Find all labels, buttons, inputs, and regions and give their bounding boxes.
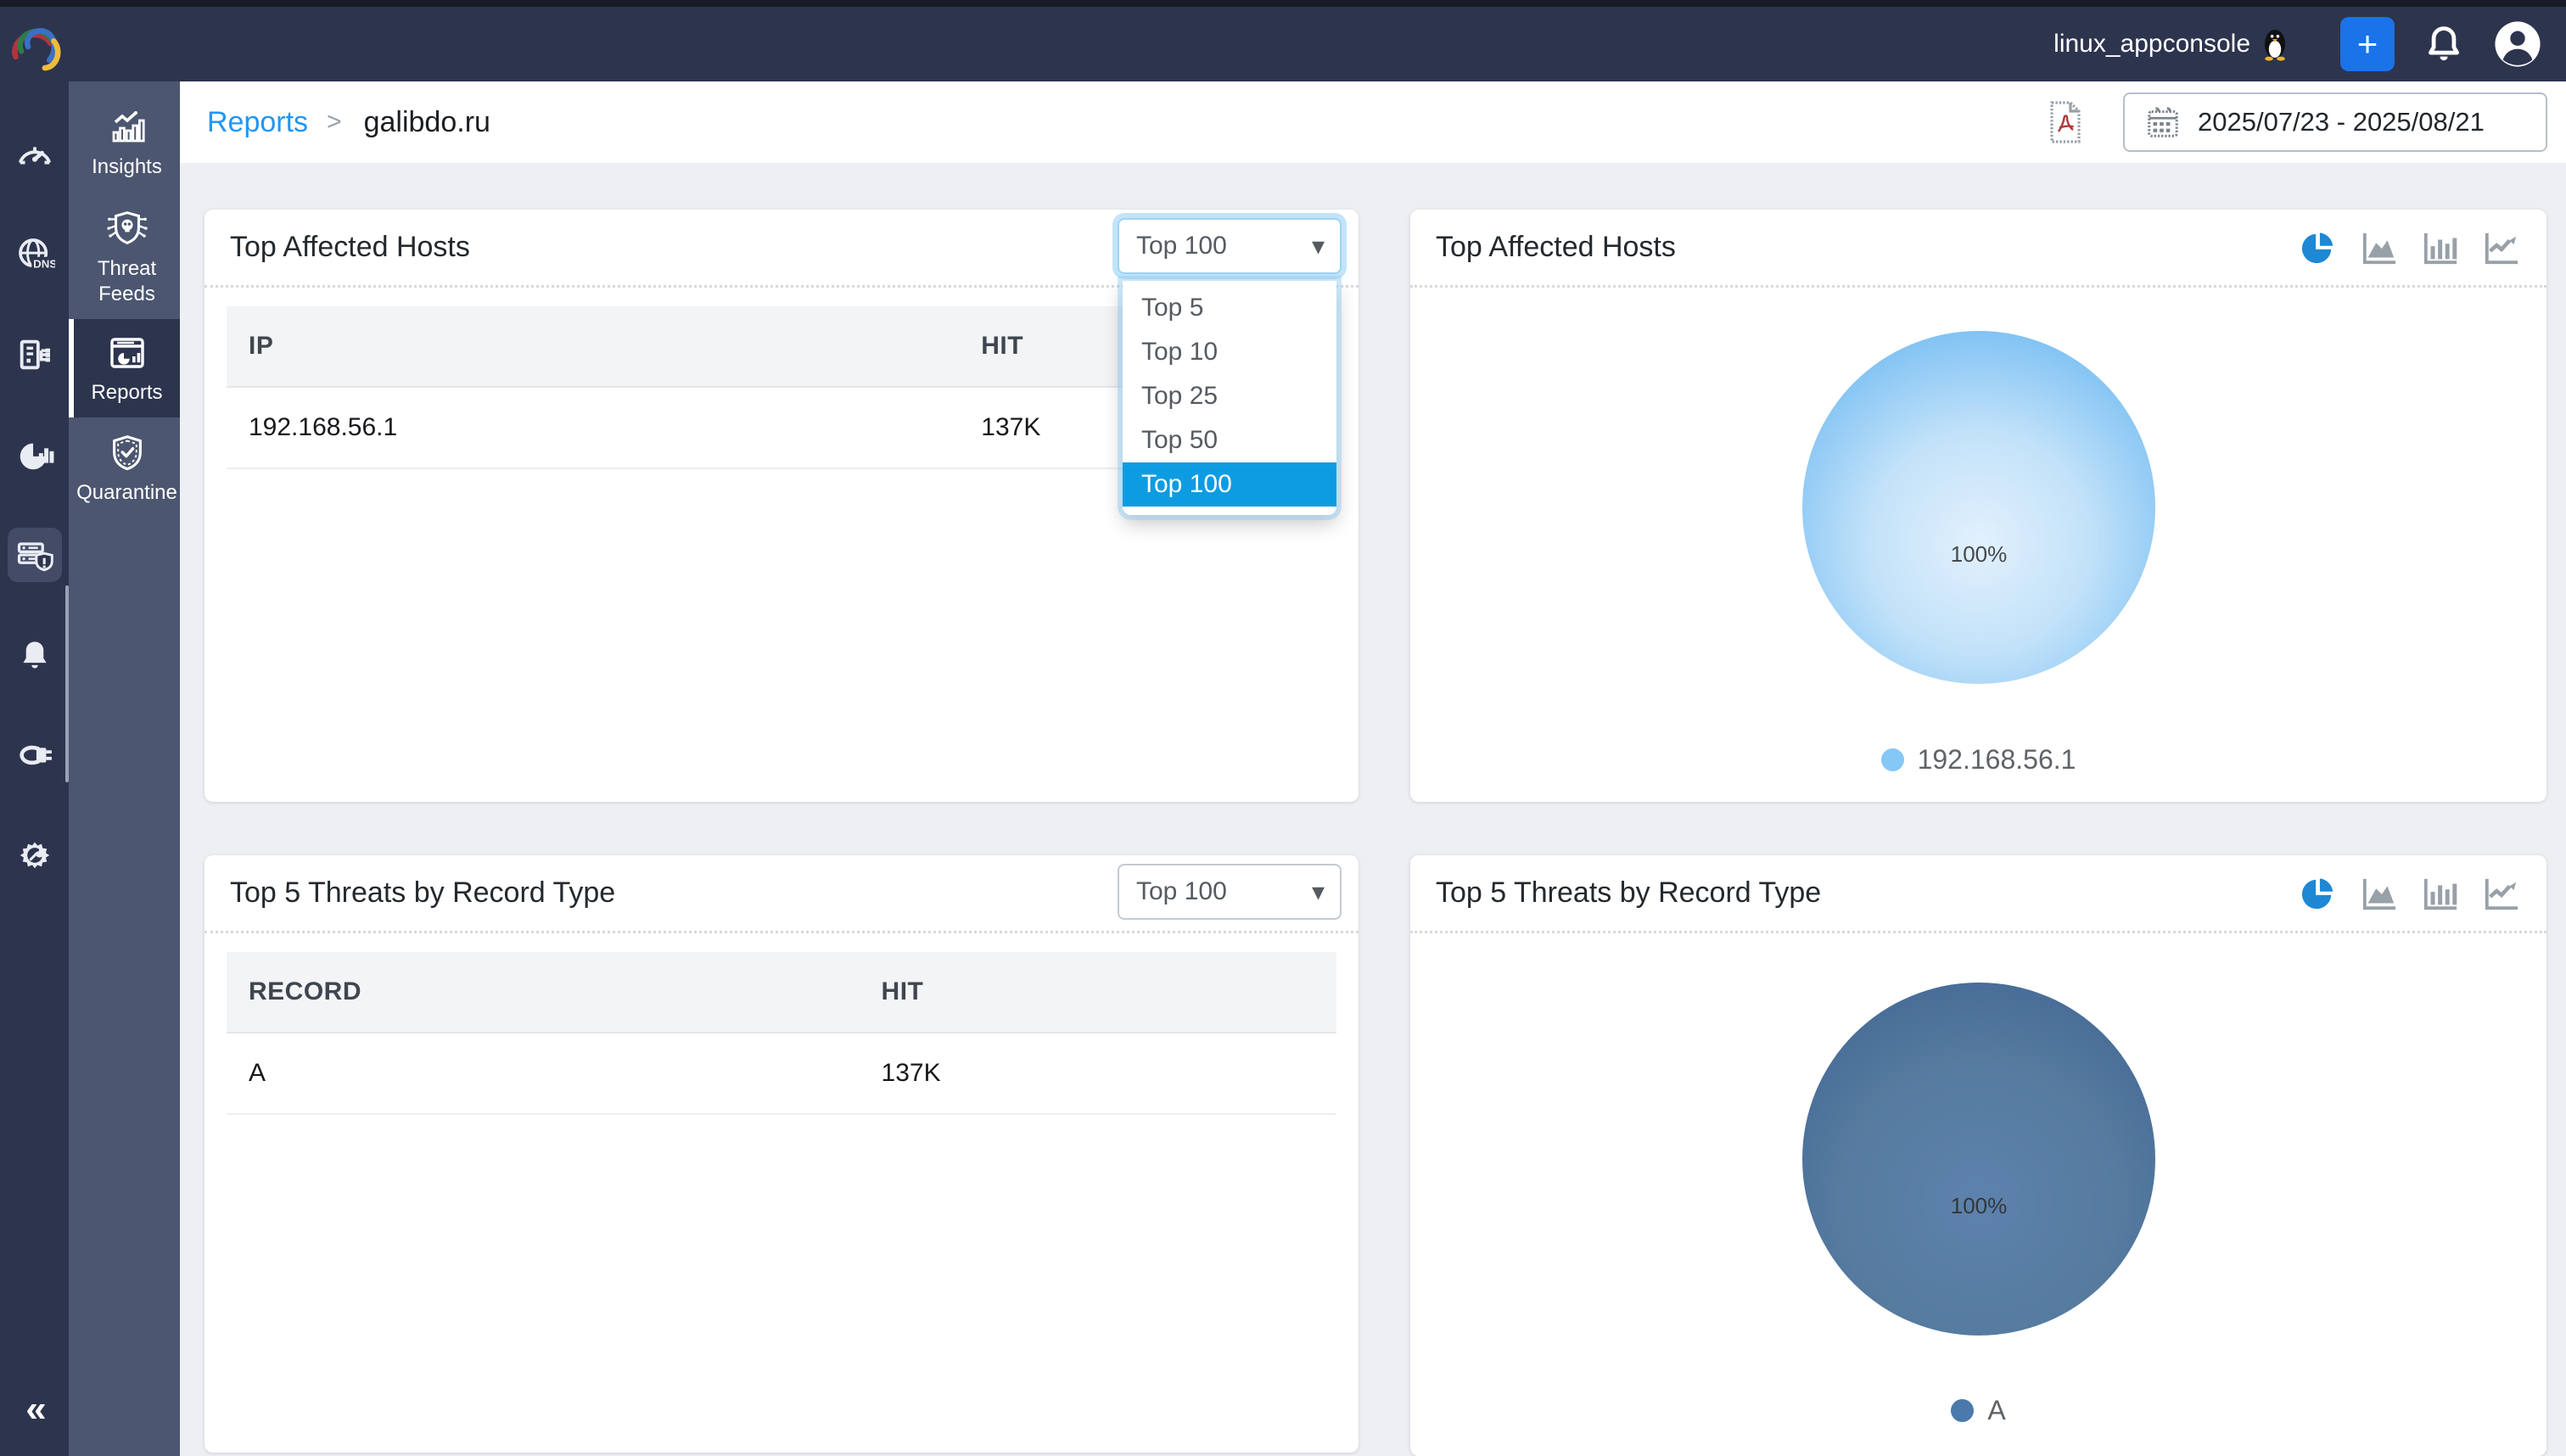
topbar: linux_appconsole + <box>0 7 2566 81</box>
sidebar-item-label: Insights <box>92 154 162 180</box>
main-sidebar: DNS <box>0 7 69 1456</box>
card-title: Top 5 Threats by Record Type <box>230 876 615 910</box>
app-root: linux_appconsole + <box>0 0 2566 1456</box>
account-name: linux_appconsole <box>2053 27 2289 61</box>
pie-chart-icon[interactable] <box>2299 230 2338 266</box>
top-n-select[interactable]: Top 100 ▾ <box>1118 218 1342 274</box>
add-button[interactable]: + <box>2340 17 2395 71</box>
export-pdf-button[interactable] <box>2047 99 2084 145</box>
card-title: Top 5 Threats by Record Type <box>1436 876 1821 910</box>
sidebar-item-label: Quarantine <box>76 480 177 506</box>
card-title: Top Affected Hosts <box>1436 231 1676 264</box>
legend-label: 192.168.56.1 <box>1918 744 2076 776</box>
top-n-select[interactable]: Top 100 ▾ <box>1118 864 1342 920</box>
sidebar-item-label: Reports <box>91 380 162 406</box>
area-chart-icon[interactable] <box>2360 230 2399 266</box>
sidebar-scrollbar[interactable] <box>65 585 69 782</box>
penguin-icon <box>2261 27 2289 61</box>
app-logo <box>8 19 62 75</box>
top-n-dropdown-threats: Top 100 ▾ <box>1118 864 1342 920</box>
notifications-bell-button[interactable] <box>2425 24 2462 64</box>
table-header-row: RECORD HIT <box>227 952 1336 1033</box>
pie-chart-icon[interactable] <box>2299 876 2338 911</box>
card-threats-by-record-chart: Top 5 Threats by Record Type <box>1410 855 2546 1456</box>
sidebar-item-insights[interactable]: Insights <box>69 93 180 192</box>
plug-icon[interactable] <box>8 728 62 782</box>
card-top-affected-hosts-chart: Top Affected Hosts <box>1410 210 2546 802</box>
column-header-ip: IP <box>227 332 959 361</box>
sidebar-item-reports[interactable]: Reports <box>69 319 180 417</box>
card-title: Top Affected Hosts <box>230 231 470 264</box>
sidebar-item-threat-feeds[interactable]: Threat Feeds <box>69 192 180 319</box>
dns-globe-icon[interactable]: DNS <box>8 227 62 282</box>
dropdown-option-selected[interactable]: Top 100 <box>1123 462 1336 507</box>
analytics-pie-icon[interactable] <box>8 428 62 482</box>
chart-type-switcher <box>2299 230 2521 266</box>
breadcrumb-reports-link[interactable]: Reports <box>207 106 308 139</box>
cell-ip: 192.168.56.1 <box>227 413 959 442</box>
hosts-pie-chart: 100% <box>1802 331 2155 684</box>
pie-slice-label: 100% <box>1951 1193 2008 1219</box>
date-range-value: 2025/07/23 - 2025/08/21 <box>2198 107 2485 137</box>
card-top-affected-hosts-table: Top Affected Hosts Top 100 ▾ Top 5 Top 1… <box>204 210 1359 802</box>
avatar-icon <box>2493 20 2542 69</box>
area-chart-icon[interactable] <box>2360 876 2399 911</box>
bar-chart-icon[interactable] <box>2421 230 2460 266</box>
settings-wrench-icon[interactable] <box>8 828 62 882</box>
chevron-down-icon: ▾ <box>1312 877 1325 907</box>
column-header-hit: HIT <box>860 977 1336 1006</box>
account-avatar-button[interactable] <box>2493 20 2542 69</box>
report-alert-icon[interactable] <box>8 528 62 582</box>
calendar-icon <box>2145 104 2181 140</box>
breadcrumb-current-page: galibdo.ru <box>364 106 490 139</box>
line-chart-icon[interactable] <box>2482 230 2521 266</box>
legend-marker <box>1951 1399 1974 1422</box>
chart-type-switcher <box>2299 876 2521 911</box>
legend-label: A <box>1987 1395 2005 1426</box>
cell-record: A <box>227 1059 860 1088</box>
breadcrumb-separator: > <box>327 108 342 137</box>
bell-icon[interactable] <box>8 628 62 682</box>
top-n-dropdown-menu: Top 5 Top 10 Top 25 Top 50 Top 100 <box>1123 281 1336 515</box>
insights-icon <box>107 107 148 148</box>
reports-icon <box>107 333 148 373</box>
sidebar-icon-list: DNS <box>8 127 62 882</box>
page-header: Reports > galibdo.ru 2025/07/23 - 2025/0… <box>180 81 2566 163</box>
top-n-select-value: Top 100 <box>1136 232 1227 260</box>
column-header-record: RECORD <box>227 977 860 1006</box>
threat-feeds-icon <box>106 205 148 249</box>
dropdown-option[interactable]: Top 10 <box>1123 330 1336 374</box>
hosts-pie-legend[interactable]: 192.168.56.1 <box>1410 744 2546 776</box>
top-n-select-value: Top 100 <box>1136 877 1227 906</box>
pie-slice-label: 100% <box>1951 541 2008 568</box>
legend-marker <box>1881 748 1904 771</box>
bar-chart-icon[interactable] <box>2421 876 2460 911</box>
table-row: A 137K <box>227 1033 1336 1115</box>
threats-pie-chart: 100% <box>1802 983 2155 1336</box>
secondary-sidebar: Insights Threat Feeds Reports <box>69 81 180 1456</box>
collapse-sidebar-button[interactable]: « <box>0 1388 69 1431</box>
card-threats-by-record-table: Top 5 Threats by Record Type Top 100 ▾ R… <box>204 855 1359 1453</box>
svg-text:DNS: DNS <box>33 258 55 271</box>
dropdown-option[interactable]: Top 50 <box>1123 418 1336 462</box>
sidebar-item-label: Threat Feeds <box>77 256 176 307</box>
top-n-dropdown-hosts: Top 100 ▾ Top 5 Top 10 Top 25 Top 50 Top… <box>1118 218 1342 515</box>
line-chart-icon[interactable] <box>2482 876 2521 911</box>
dashboard-icon[interactable] <box>8 127 62 182</box>
account-name-label: linux_appconsole <box>2053 30 2250 59</box>
threats-pie-legend[interactable]: A <box>1410 1395 2546 1426</box>
sidebar-item-quarantine[interactable]: Quarantine <box>69 417 180 518</box>
date-range-picker[interactable]: 2025/07/23 - 2025/08/21 <box>2123 92 2547 152</box>
chevron-down-icon: ▾ <box>1312 232 1325 261</box>
bell-icon <box>2425 24 2462 64</box>
quarantine-icon <box>106 431 148 473</box>
dropdown-option[interactable]: Top 25 <box>1123 374 1336 418</box>
dropdown-option[interactable]: Top 5 <box>1123 286 1336 330</box>
threats-table: RECORD HIT A 137K <box>227 952 1336 1115</box>
window-top-strip <box>0 0 2566 7</box>
cell-hit: 137K <box>860 1059 1336 1088</box>
policy-tree-icon[interactable] <box>8 328 62 382</box>
pdf-icon <box>2047 99 2084 145</box>
